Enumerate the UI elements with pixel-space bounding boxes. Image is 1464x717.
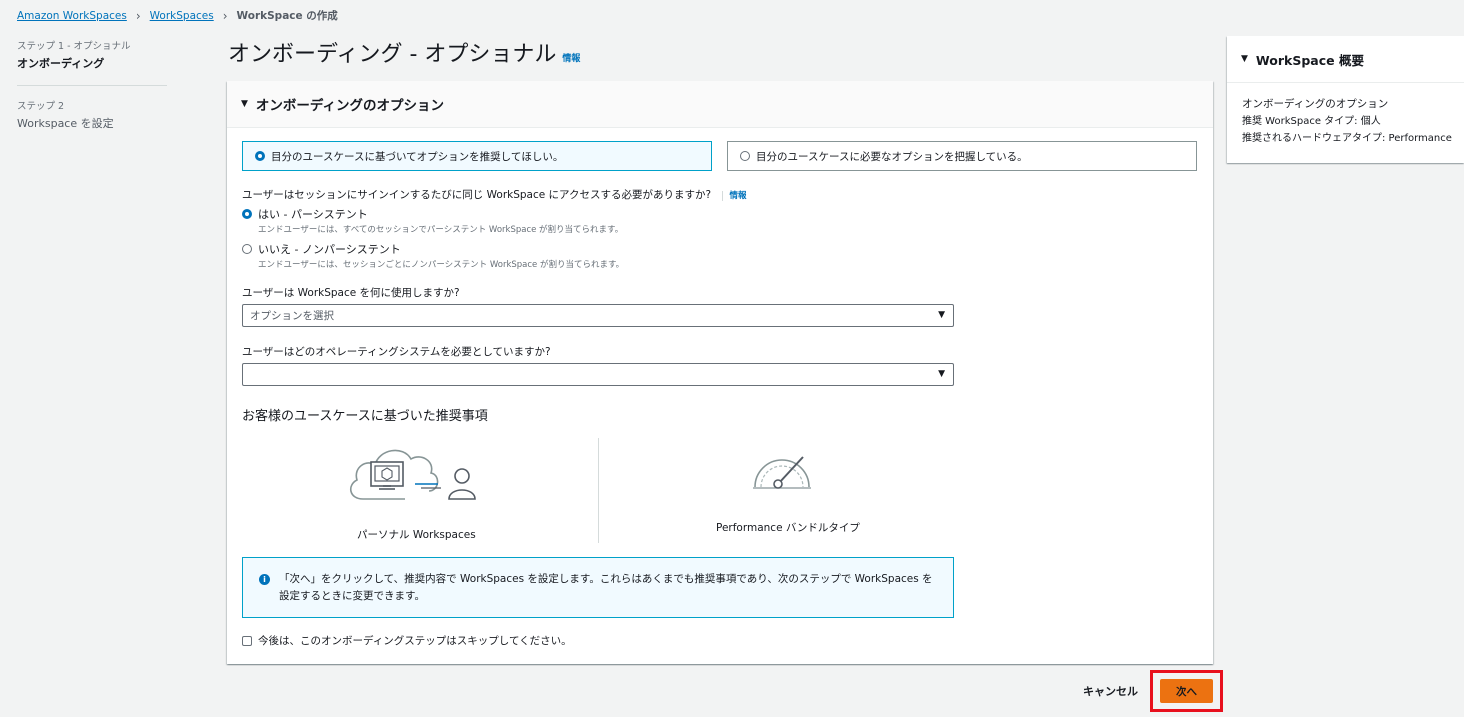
personal-workspaces-icon <box>350 449 476 500</box>
option-persistent-desc: エンドユーザーには、すべてのセッションでパーシステント WorkSpace が割… <box>258 225 624 235</box>
recommendations-title: お客様のユースケースに基づいた推奨事項 <box>242 409 488 424</box>
next-button[interactable]: 次へ <box>1160 679 1213 703</box>
radio-non-persistent[interactable] <box>242 244 252 254</box>
chevron-right-icon: › <box>222 8 228 23</box>
question-info-link[interactable]: 情報 <box>722 191 747 201</box>
cancel-button[interactable]: キャンセル <box>1083 683 1138 699</box>
panel-header-title: オンボーディングのオプション <box>255 98 444 114</box>
chevron-right-icon: › <box>135 8 141 23</box>
step-2-sub: ステップ 2 <box>17 101 65 112</box>
caret-down-icon: ▼ <box>938 310 945 320</box>
info-circle-icon: i <box>259 574 270 585</box>
tile-recommend-label: 目分のユースケースに基づいてオプションを推奨してほしい。 <box>271 150 564 163</box>
performance-gauge-icon <box>753 456 811 489</box>
step-1: ステップ 1 - オプショナル オンボーディング <box>17 38 167 71</box>
skip-onboarding-row[interactable]: 今後は、このオンボーディングステップはスキップしてください。 <box>242 633 572 648</box>
question-persistent: ユーザーはセッションにサインインするたびに同じ WorkSpace にアクセスす… <box>242 187 747 202</box>
question-usage: ユーザーは WorkSpace を何に使用しますか? <box>242 287 460 299</box>
summary-line-hardware: 推奨されるハードウェアタイプ: Performance <box>1242 133 1452 144</box>
step-1-title: オンボーディング <box>17 57 105 70</box>
radio-known[interactable] <box>740 151 750 161</box>
option-non-persistent-label: いいえ - ノンパーシステント <box>258 243 401 256</box>
usage-select-value: オプションを選択 <box>250 310 334 322</box>
tile-recommend-options[interactable]: 目分のユースケースに基づいてオプションを推奨してほしい。 <box>242 141 712 171</box>
os-select[interactable]: ▼ <box>242 363 954 386</box>
summary-title: WorkSpace 概要 <box>1255 52 1364 68</box>
next-button-highlight: 次へ <box>1150 670 1223 712</box>
step-2-title: Workspace を設定 <box>17 117 114 130</box>
radio-recommend[interactable] <box>255 151 265 161</box>
step-2[interactable]: ステップ 2 Workspace を設定 <box>17 98 167 131</box>
question-os: ユーザーはどのオペレーティングシステムを必要としていますか? <box>242 346 551 358</box>
breadcrumb-amazon-workspaces[interactable]: Amazon WorkSpaces <box>17 10 127 22</box>
reco-performance-label: Performance バンドルタイプ <box>716 522 860 534</box>
workspace-summary-panel: ▼ WorkSpace 概要 オンボーディングのオプション 推奨 WorkSpa… <box>1227 36 1464 163</box>
skip-onboarding-checkbox[interactable] <box>242 635 252 646</box>
skip-onboarding-label: 今後は、このオンボーディングステップはスキップしてください。 <box>258 635 572 647</box>
tile-known-label: 目分のユースケースに必要なオプションを把握している。 <box>756 150 1028 163</box>
option-persistent-label: はい - パーシステント <box>258 208 368 221</box>
caret-down-icon: ▼ <box>241 99 248 109</box>
info-alert: i 「次へ」をクリックして、推奨内容で WorkSpaces を設定します。これ… <box>242 557 954 618</box>
step-1-sub: ステップ 1 - オプショナル <box>17 41 131 52</box>
step-divider <box>17 85 167 86</box>
tile-known-options[interactable]: 目分のユースケースに必要なオプションを把握している。 <box>727 141 1197 171</box>
page-title-text: オンボーディング - オプショナル <box>228 42 557 67</box>
option-persistent[interactable]: はい - パーシステント <box>242 206 368 222</box>
breadcrumb-current: WorkSpace の作成 <box>236 10 338 22</box>
option-non-persistent[interactable]: いいえ - ノンパーシステント <box>242 241 401 257</box>
option-non-persistent-desc: エンドユーザーには、セッションごとにノンパーシステント WorkSpace が割… <box>258 260 625 270</box>
onboarding-options-panel: ▼ オンボーディングのオプション 目分のユースケースに基づいてオプションを推奨し… <box>227 81 1213 664</box>
breadcrumb-workspaces[interactable]: WorkSpaces <box>150 10 214 22</box>
caret-down-icon: ▼ <box>1241 54 1248 64</box>
breadcrumb: Amazon WorkSpaces › WorkSpaces › WorkSpa… <box>17 8 338 23</box>
panel-header[interactable]: ▼ オンボーディングのオプション <box>227 81 1213 128</box>
info-link[interactable]: 情報 <box>562 51 580 64</box>
summary-line-type: 推奨 WorkSpace タイプ: 個人 <box>1242 116 1381 127</box>
caret-down-icon: ▼ <box>938 369 945 379</box>
summary-body: オンボーディングのオプション 推奨 WorkSpace タイプ: 個人 推奨され… <box>1227 83 1464 147</box>
radio-persistent[interactable] <box>242 209 252 219</box>
question-persistent-label: ユーザーはセッションにサインインするたびに同じ WorkSpace にアクセスす… <box>242 189 712 201</box>
recommendation-divider <box>598 438 599 543</box>
summary-header[interactable]: ▼ WorkSpace 概要 <box>1227 36 1464 83</box>
usage-select[interactable]: オプションを選択 ▼ <box>242 304 954 327</box>
info-alert-text: 「次へ」をクリックして、推奨内容で WorkSpaces を設定します。これらは… <box>279 573 933 602</box>
summary-line-onboarding: オンボーディングのオプション <box>1242 98 1389 110</box>
reco-personal-label: パーソナル Workspaces <box>357 529 476 541</box>
page-title: オンボーディング - オプショナル 情報 <box>228 36 580 68</box>
wizard-steps: ステップ 1 - オプショナル オンボーディング ステップ 2 Workspac… <box>17 38 167 131</box>
